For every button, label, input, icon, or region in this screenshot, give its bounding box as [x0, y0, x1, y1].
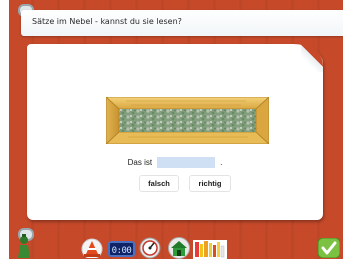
app-window: Sätze im Nebel - kannst du sie lesen? Da… — [9, 0, 343, 259]
exercise-title: Sätze im Nebel - kannst du sie lesen? — [32, 17, 182, 26]
paper-curl — [301, 44, 323, 72]
home-icon[interactable] — [14, 234, 34, 258]
richtig-button[interactable]: richtig — [190, 176, 230, 191]
answer-input[interactable] — [157, 156, 216, 168]
exercise-paper: Das ist . falsch richtig — [27, 44, 323, 220]
traffic-cone-icon[interactable] — [81, 238, 103, 258]
sentence-row: Das ist . — [27, 155, 323, 169]
speedometer-icon[interactable] — [139, 237, 161, 259]
falsch-button[interactable]: falsch — [140, 176, 178, 191]
clock-display: 0:00 — [108, 241, 135, 257]
bottom-toolbar: 0:00 — [9, 224, 343, 259]
checkmark-icon[interactable] — [318, 238, 340, 258]
foggy-word-box — [106, 97, 269, 144]
sentence-suffix: . — [220, 157, 223, 167]
wooden-frame-icon — [106, 97, 269, 144]
sentence-prefix: Das ist — [127, 157, 153, 167]
title-bar: Sätze im Nebel - kannst du sie lesen? — [21, 10, 343, 36]
dog-house-icon[interactable] — [166, 237, 192, 259]
bookshelf-icon[interactable] — [193, 240, 227, 259]
